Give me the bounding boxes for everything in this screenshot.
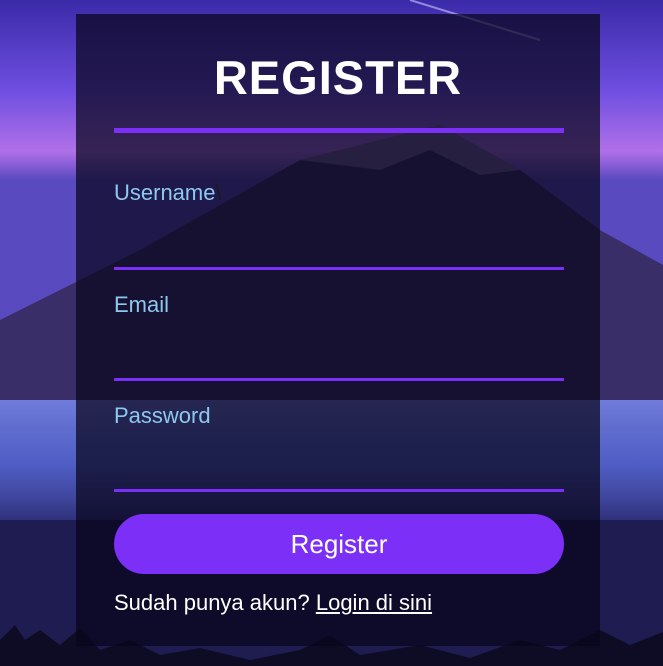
username-label: Username\: [114, 182, 222, 204]
email-label: Email: [114, 292, 170, 317]
title-divider: [114, 128, 564, 133]
login-prompt: Sudah punya akun? Login di sini: [114, 592, 432, 614]
page-title: REGISTER: [213, 51, 463, 104]
login-prompt-text: Sudah punya akun?: [114, 590, 316, 615]
login-link[interactable]: Login di sini: [316, 590, 432, 615]
username-stray-char: \: [215, 180, 222, 205]
email-input[interactable]: [114, 344, 564, 381]
register-button[interactable]: Register: [114, 514, 564, 574]
username-input[interactable]: [114, 233, 564, 270]
password-label: Password: [114, 403, 211, 428]
password-input[interactable]: [114, 455, 564, 492]
username-label-text: Username: [114, 180, 216, 205]
register-card: REGISTER Username\ Email Password Regist…: [76, 14, 600, 646]
